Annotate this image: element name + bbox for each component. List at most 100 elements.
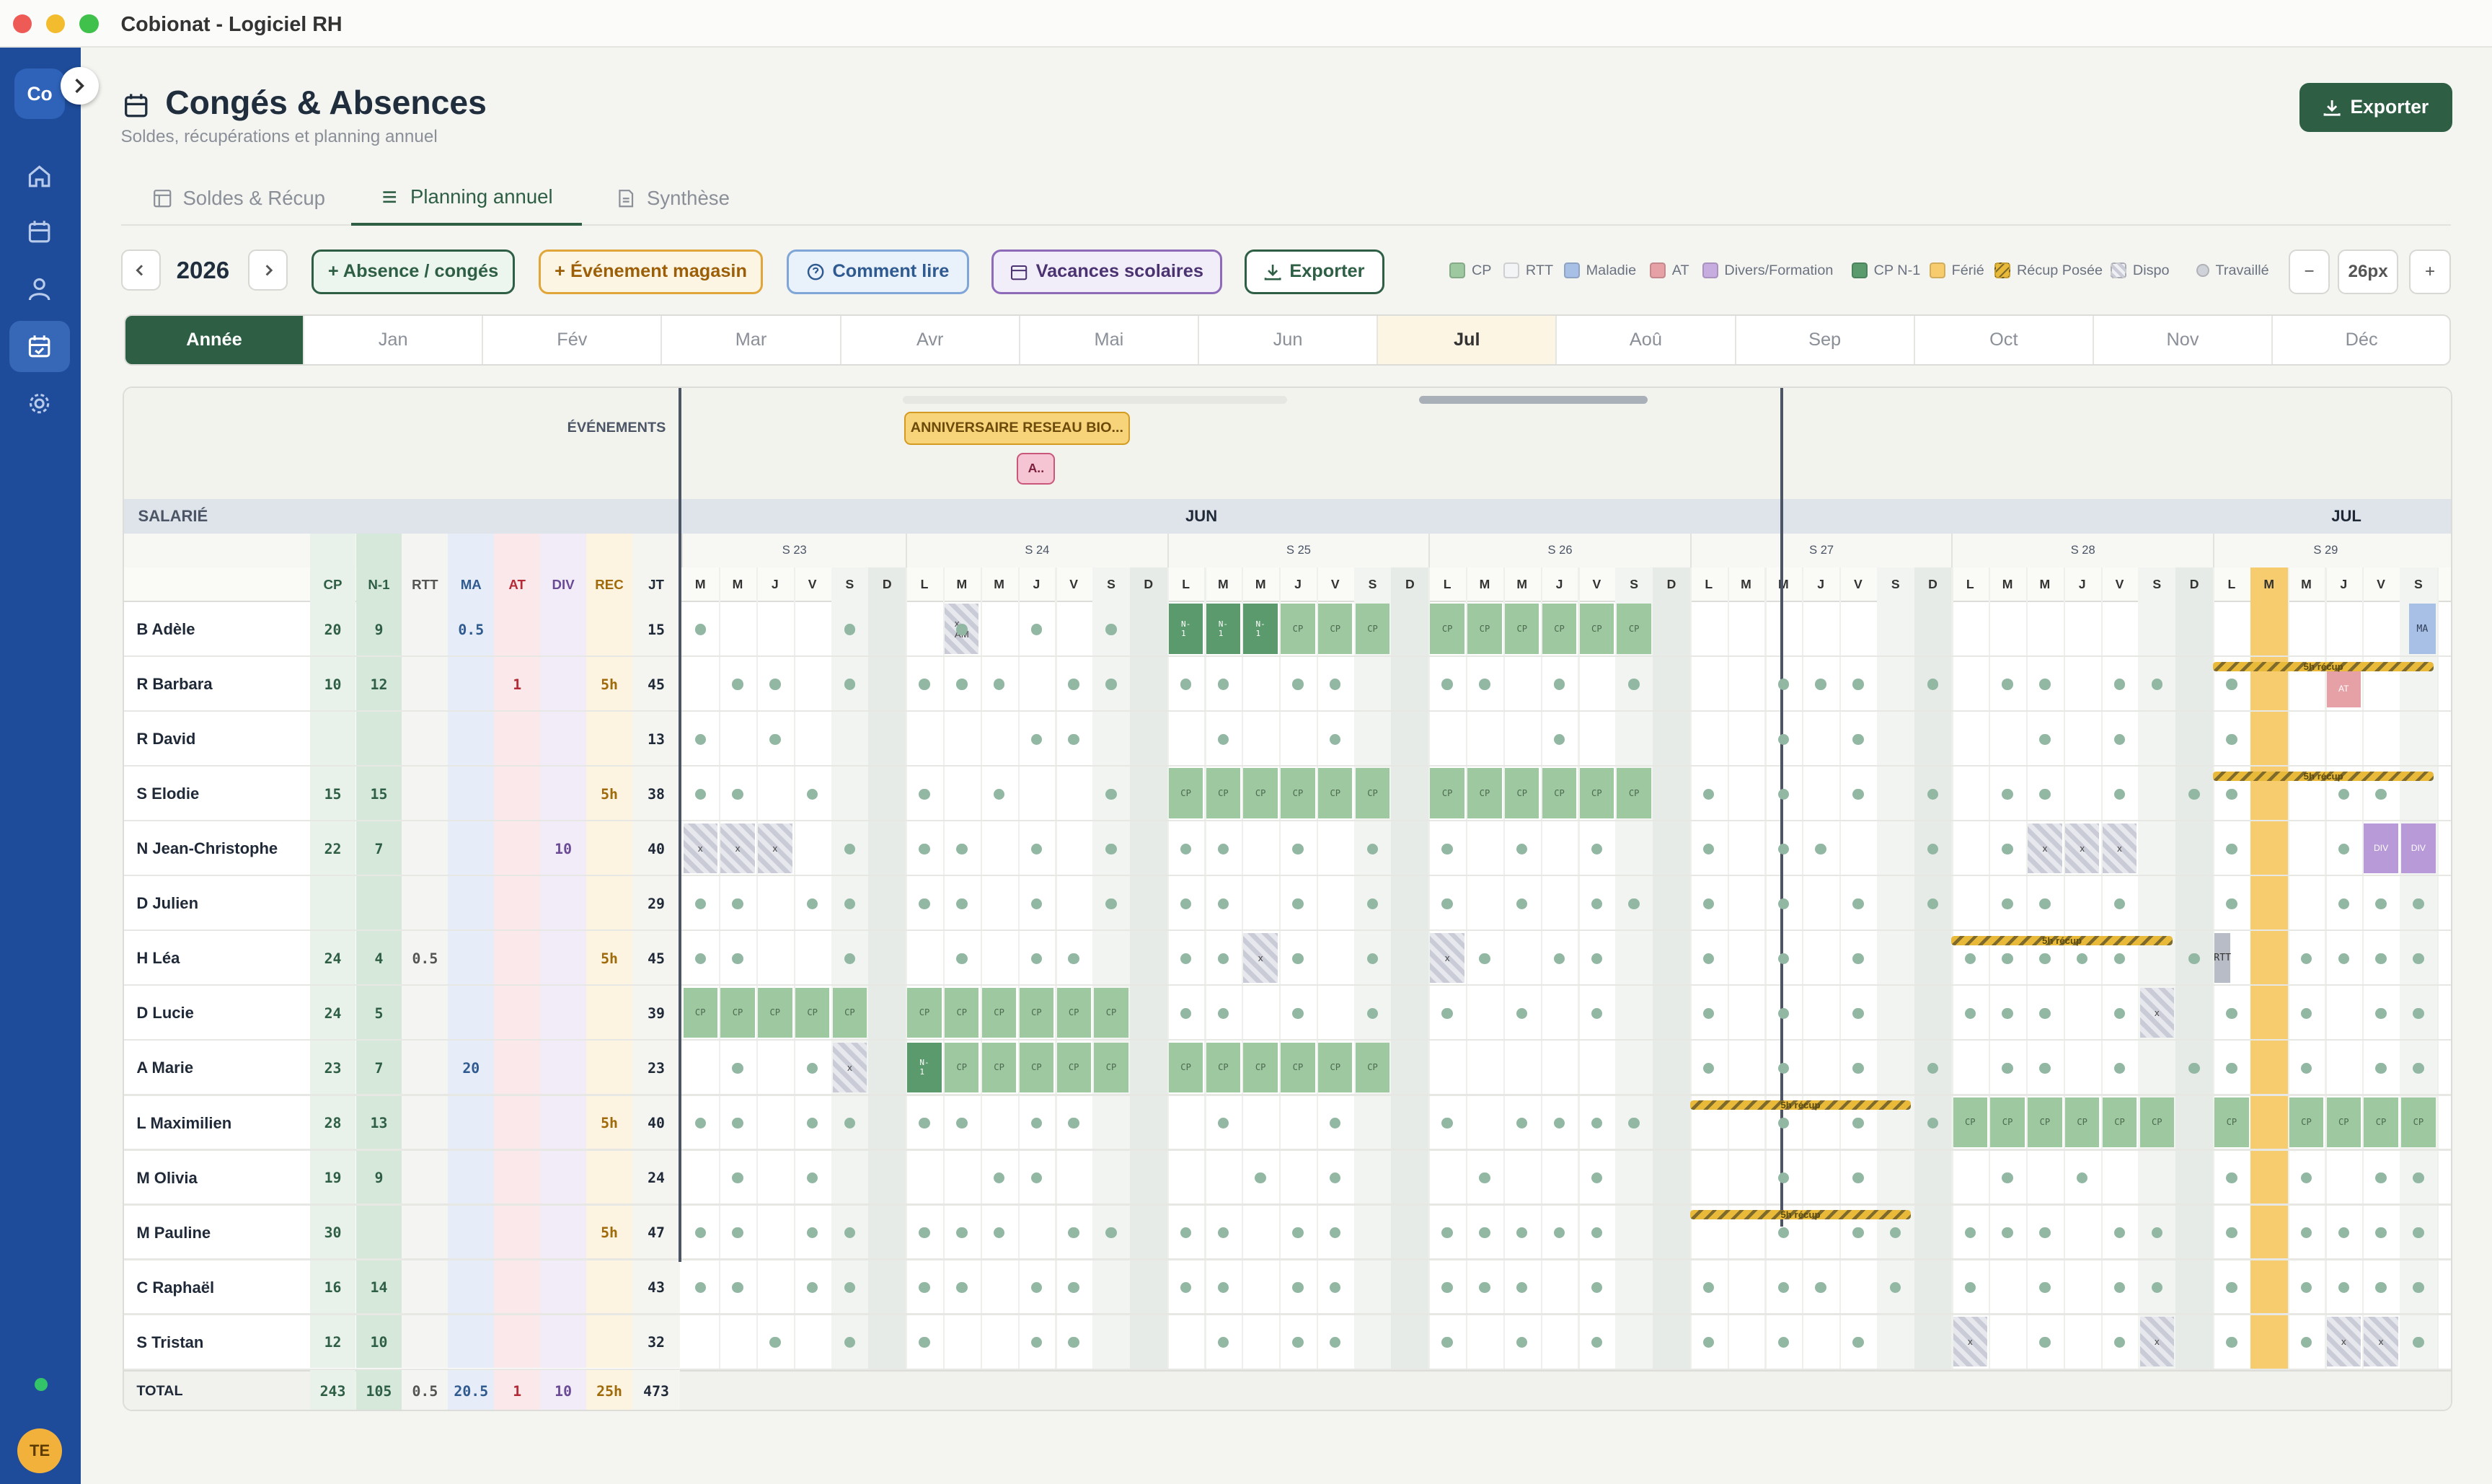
employee-name[interactable]: H Léa <box>136 931 180 986</box>
cp-cell[interactable]: CP <box>2364 1097 2398 1148</box>
cp-cell[interactable]: CP <box>2289 1097 2324 1148</box>
month-tab-3[interactable]: Mar <box>662 316 841 364</box>
cp-cell[interactable]: CP <box>832 987 867 1038</box>
sidebar-item-calendar[interactable] <box>9 207 70 258</box>
cp-cell[interactable]: CP <box>2401 1097 2436 1148</box>
cp-n1-cell[interactable]: N- 1 <box>1168 604 1203 654</box>
prev-year-button[interactable] <box>120 249 161 291</box>
cp-cell[interactable]: CP <box>720 987 755 1038</box>
cp-cell[interactable]: CP <box>1542 768 1577 818</box>
employee-name[interactable]: L Maximilien <box>136 1096 231 1151</box>
cp-cell[interactable]: CP <box>2028 1097 2062 1148</box>
dispo-cell[interactable]: x <box>683 823 717 873</box>
cp-cell[interactable]: CP <box>1579 604 1614 654</box>
cp-cell[interactable]: CP <box>2214 1097 2249 1148</box>
month-tab-0[interactable]: Année <box>125 316 305 364</box>
school-holidays-button[interactable]: Vacances scolaires <box>991 249 1222 294</box>
employee-name[interactable]: D Lucie <box>136 986 194 1041</box>
cp-cell[interactable]: CP <box>1355 1042 1390 1093</box>
add-event-button[interactable]: + Événement magasin <box>539 249 763 294</box>
dispo-cell[interactable]: x <box>1243 932 1278 983</box>
cp-cell[interactable]: CP <box>2102 1097 2137 1148</box>
cp-cell[interactable]: CP <box>1579 768 1614 818</box>
dispo-cell[interactable]: x <box>758 823 792 873</box>
dispo-cell[interactable]: x <box>832 1042 867 1093</box>
cp-cell[interactable]: CP <box>1953 1097 1987 1148</box>
month-tab-4[interactable]: Avr <box>841 316 1020 364</box>
cp-cell[interactable]: CP <box>981 987 1017 1038</box>
recup-bar[interactable]: 5h récup <box>1689 1100 1912 1110</box>
cp-cell[interactable]: CP <box>683 987 717 1038</box>
month-tab-12[interactable]: Déc <box>2273 316 2449 363</box>
cp-cell[interactable]: CP <box>795 987 830 1038</box>
cp-cell[interactable]: CP <box>1056 987 1091 1038</box>
sidebar-item-home[interactable] <box>9 151 70 202</box>
dispo-cell[interactable]: x <box>2102 823 2137 873</box>
cp-cell[interactable]: CP <box>1990 1097 2025 1148</box>
cp-cell[interactable]: CP <box>2326 1097 2361 1148</box>
scrollbar-thumb[interactable] <box>1419 395 1648 404</box>
dispo-cell[interactable]: x <box>1953 1316 1987 1367</box>
employee-name[interactable]: N Jean-Christophe <box>136 821 278 876</box>
recup-bar[interactable]: 5h récup <box>2212 662 2434 671</box>
employee-name[interactable]: B Adèle <box>136 602 195 657</box>
dispo-cell[interactable]: x <box>720 823 755 873</box>
cp-cell[interactable]: CP <box>1056 1042 1091 1093</box>
dispo-cell[interactable]: x <box>2139 987 2174 1038</box>
cp-cell[interactable]: CP <box>1318 604 1353 654</box>
sidebar-item-users[interactable] <box>9 264 70 315</box>
dispo-cell[interactable]: x <box>2364 1316 2398 1367</box>
cp-cell[interactable]: CP <box>758 987 792 1038</box>
cp-cell[interactable]: CP <box>1206 1042 1241 1093</box>
cp-cell[interactable]: CP <box>1168 1042 1203 1093</box>
cp-cell[interactable]: CP <box>1243 768 1278 818</box>
cp-n1-cell[interactable]: N- 1 <box>1243 604 1278 654</box>
dispo-cell[interactable]: x <box>2139 1316 2174 1367</box>
horizontal-scrollbar[interactable] <box>902 395 1648 404</box>
cp-cell[interactable]: CP <box>1281 604 1315 654</box>
employee-name[interactable]: C Raphaël <box>136 1260 214 1315</box>
employee-name[interactable]: D Julien <box>136 876 198 931</box>
export-planning-button[interactable]: Exporter <box>1244 249 1384 294</box>
recup-bar[interactable]: 5h récup <box>1951 936 2173 946</box>
cp-cell[interactable]: CP <box>1542 604 1577 654</box>
close-window-button[interactable] <box>12 14 32 34</box>
cp-cell[interactable]: CP <box>1019 1042 1054 1093</box>
div-cell[interactable]: DIV <box>2401 823 2436 873</box>
month-tab-7[interactable]: Jul <box>1378 316 1558 364</box>
month-tab-11[interactable]: Nov <box>2094 316 2274 364</box>
employee-name[interactable]: S Tristan <box>136 1315 203 1370</box>
cp-cell[interactable]: CP <box>1430 604 1464 654</box>
export-button[interactable]: Exporter <box>2299 82 2452 132</box>
cp-cell[interactable]: CP <box>1206 768 1241 818</box>
employee-name[interactable]: M Olivia <box>136 1151 197 1206</box>
dispo-cell[interactable]: x <box>2028 823 2062 873</box>
tab-synthese[interactable]: Synthèse <box>617 172 775 226</box>
employee-name[interactable]: S Elodie <box>136 767 199 821</box>
cp-n1-cell[interactable]: N- 1 <box>907 1042 942 1093</box>
cp-cell[interactable]: CP <box>2139 1097 2174 1148</box>
cp-cell[interactable]: CP <box>1168 768 1203 818</box>
sidebar-item-conges[interactable] <box>9 321 70 372</box>
employee-name[interactable]: M Pauline <box>136 1206 211 1260</box>
tab-soldes-recup[interactable]: Soldes & Récup <box>153 172 327 226</box>
cp-cell[interactable]: CP <box>1467 768 1502 818</box>
minimize-window-button[interactable] <box>45 14 66 34</box>
cp-cell[interactable]: CP <box>907 987 942 1038</box>
cp-cell[interactable]: CP <box>1505 768 1539 818</box>
recup-bar[interactable]: 5h récup <box>1689 1210 1912 1220</box>
cp-cell[interactable]: CP <box>1019 987 1054 1038</box>
cp-cell[interactable]: CP <box>1617 604 1651 654</box>
cp-cell[interactable]: CP <box>1430 768 1464 818</box>
employee-name[interactable]: A Marie <box>136 1041 193 1095</box>
cp-cell[interactable]: CP <box>1505 604 1539 654</box>
next-year-button[interactable] <box>247 249 288 291</box>
cp-n1-cell[interactable]: N- 1 <box>1206 604 1241 654</box>
cp-cell[interactable]: CP <box>1318 1042 1353 1093</box>
cp-cell[interactable]: CP <box>945 987 979 1038</box>
cp-cell[interactable]: CP <box>1318 768 1353 818</box>
rtt-cell[interactable]: RTT <box>2214 932 2231 983</box>
event-badge-small[interactable]: A.. <box>1017 452 1056 485</box>
month-tab-2[interactable]: Fév <box>483 316 663 364</box>
recup-bar[interactable]: 5h récup <box>2212 772 2434 782</box>
